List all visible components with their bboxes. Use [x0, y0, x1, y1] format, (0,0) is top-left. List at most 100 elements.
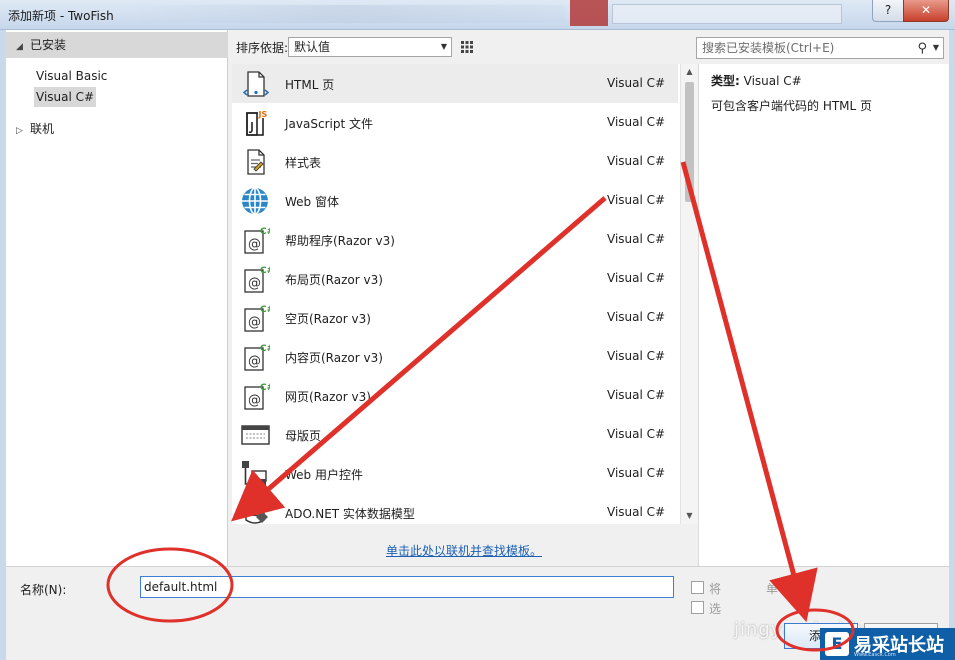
- svg-text:C#: C#: [260, 344, 270, 354]
- template-name: 网页(Razor v3): [285, 390, 371, 404]
- option-checkbox-3-label: 单: [766, 582, 779, 596]
- template-list: HTML 页 Visual C# JS JavaScript 文件 Visual…: [232, 64, 698, 524]
- entity-model-icon: [245, 501, 268, 524]
- sort-select[interactable]: 默认值 ▼: [288, 37, 452, 57]
- globe-icon: [242, 187, 268, 215]
- razor-page-icon: @ C#: [244, 383, 270, 410]
- template-name: ADO.NET 实体数据模型: [285, 507, 415, 521]
- grid-view-button[interactable]: [457, 37, 477, 57]
- dialog-client-area: ◢ 已安装 Visual Basic Visual C# ▷ 联机 排序依据: 默认…: [6, 30, 949, 660]
- name-input[interactable]: default.html: [140, 576, 674, 598]
- template-language: Visual C#: [607, 466, 666, 480]
- javascript-file-icon: JS: [246, 109, 269, 136]
- window-title: 添加新项 - TwoFish: [8, 9, 114, 23]
- svg-text:@: @: [248, 237, 261, 252]
- name-label: 名称(N):: [20, 583, 67, 597]
- template-language: Visual C#: [607, 154, 666, 168]
- template-row-razor-webpage[interactable]: @ C# 网页(Razor v3) Visual C#: [232, 376, 678, 415]
- option-checkbox-2-label: 选: [709, 602, 722, 616]
- svg-text:@: @: [248, 393, 261, 408]
- template-name: 内容页(Razor v3): [285, 351, 383, 365]
- site-logo: E 易采站长站 Www.Easck.Com: [820, 628, 955, 660]
- user-control-icon: [242, 461, 267, 486]
- master-page-icon: [241, 425, 270, 445]
- dropdown-arrow-icon[interactable]: ▼: [933, 38, 939, 58]
- html-page-icon: [242, 71, 270, 97]
- template-name: 样式表: [285, 156, 322, 170]
- razor-page-icon: @ C#: [244, 266, 270, 293]
- tree-item-visual-csharp[interactable]: Visual C#: [34, 87, 97, 107]
- collapsed-triangle-icon[interactable]: ▷: [16, 118, 30, 144]
- svg-text:C#: C#: [260, 266, 270, 276]
- dropdown-arrow-icon: ▼: [440, 42, 447, 51]
- template-list-scrollbar[interactable]: ▲ ▼: [680, 64, 698, 524]
- template-row-html-page[interactable]: HTML 页 Visual C#: [232, 64, 678, 103]
- bottom-bar: 名称(N): default.html 将 选 单 jingyan.baidu.…: [6, 566, 949, 660]
- tree-section-online[interactable]: ▷ 联机: [6, 116, 228, 142]
- category-tree: ◢ 已安装 Visual Basic Visual C# ▷ 联机: [6, 30, 228, 566]
- detail-type-label: 类型:: [711, 74, 740, 88]
- option-checkbox-1[interactable]: [691, 581, 704, 594]
- template-name: HTML 页: [285, 78, 335, 92]
- tree-section-installed[interactable]: ◢ 已安装: [6, 32, 228, 58]
- scroll-thumb[interactable]: [685, 82, 694, 202]
- detail-type: 类型: Visual C#: [711, 72, 802, 89]
- template-row-razor-content[interactable]: @ C# 内容页(Razor v3) Visual C#: [232, 337, 678, 376]
- details-pane: 类型: Visual C# 可包含客户端代码的 HTML 页: [698, 64, 949, 566]
- search-placeholder: 搜索已安装模板(Ctrl+E): [702, 41, 835, 55]
- online-templates-link[interactable]: 单击此处以联机并查找模板。: [386, 542, 542, 559]
- razor-page-icon: @ C#: [244, 305, 270, 332]
- template-language: Visual C#: [607, 76, 666, 90]
- search-icon[interactable]: ⚲: [917, 39, 927, 59]
- detail-description: 可包含客户端代码的 HTML 页: [711, 99, 873, 113]
- background-red-block: [570, 0, 608, 26]
- template-name: 帮助程序(Razor v3): [285, 234, 395, 248]
- template-row-razor-empty[interactable]: @ C# 空页(Razor v3) Visual C#: [232, 298, 678, 337]
- template-row-entity-model[interactable]: ADO.NET 实体数据模型 Visual C#: [232, 493, 678, 532]
- template-language: Visual C#: [607, 427, 666, 441]
- close-button[interactable]: ✕: [903, 0, 949, 22]
- template-name: Web 用户控件: [285, 468, 363, 482]
- sort-label: 排序依据:: [236, 41, 289, 55]
- logo-subtext: Www.Easck.Com: [854, 652, 896, 658]
- razor-page-icon: @ C#: [244, 227, 270, 254]
- template-name: Web 窗体: [285, 195, 339, 209]
- template-language: Visual C#: [607, 505, 666, 519]
- option-checkbox-1-label: 将: [709, 582, 722, 596]
- template-name: 母版页: [285, 429, 322, 443]
- tree-section-label: 联机: [30, 122, 55, 136]
- svg-text:C#: C#: [260, 227, 270, 237]
- svg-text:@: @: [248, 354, 261, 369]
- template-language: Visual C#: [607, 115, 666, 129]
- detail-type-value: Visual C#: [743, 74, 802, 88]
- template-row-stylesheet[interactable]: 样式表 Visual C#: [232, 142, 678, 181]
- svg-text:C#: C#: [260, 383, 270, 393]
- template-row-razor-helper[interactable]: @ C# 帮助程序(Razor v3) Visual C#: [232, 220, 678, 259]
- svg-text:@: @: [248, 315, 261, 330]
- tree-section-label: 已安装: [30, 38, 67, 52]
- title-bar: 添加新项 - TwoFish ? ✕: [0, 0, 955, 30]
- template-row-web-user-control[interactable]: Web 用户控件 Visual C#: [232, 454, 678, 493]
- template-row-javascript-file[interactable]: JS JavaScript 文件 Visual C#: [232, 103, 678, 142]
- tree-item-visual-basic[interactable]: Visual Basic: [34, 66, 109, 86]
- template-row-razor-layout[interactable]: @ C# 布局页(Razor v3) Visual C#: [232, 259, 678, 298]
- template-language: Visual C#: [607, 310, 666, 324]
- expanded-triangle-icon[interactable]: ◢: [16, 34, 30, 60]
- template-name: 空页(Razor v3): [285, 312, 371, 326]
- search-input[interactable]: 搜索已安装模板(Ctrl+E) ⚲ ▼: [696, 37, 944, 59]
- template-row-web-form[interactable]: Web 窗体 Visual C#: [232, 181, 678, 220]
- scroll-down-arrow-icon[interactable]: ▼: [681, 508, 698, 524]
- svg-text:@: @: [248, 276, 261, 291]
- template-language: Visual C#: [607, 232, 666, 246]
- grid-view-icon: [461, 41, 473, 53]
- template-language: Visual C#: [607, 349, 666, 363]
- option-checkbox-2[interactable]: [691, 601, 704, 614]
- template-name: JavaScript 文件: [285, 117, 373, 131]
- scroll-up-arrow-icon[interactable]: ▲: [681, 64, 698, 80]
- template-language: Visual C#: [607, 388, 666, 402]
- template-name: 布局页(Razor v3): [285, 273, 383, 287]
- svg-text:C#: C#: [260, 305, 270, 315]
- razor-page-icon: @ C#: [244, 344, 270, 371]
- help-button[interactable]: ?: [872, 0, 904, 22]
- template-row-master-page[interactable]: 母版页 Visual C#: [232, 415, 678, 454]
